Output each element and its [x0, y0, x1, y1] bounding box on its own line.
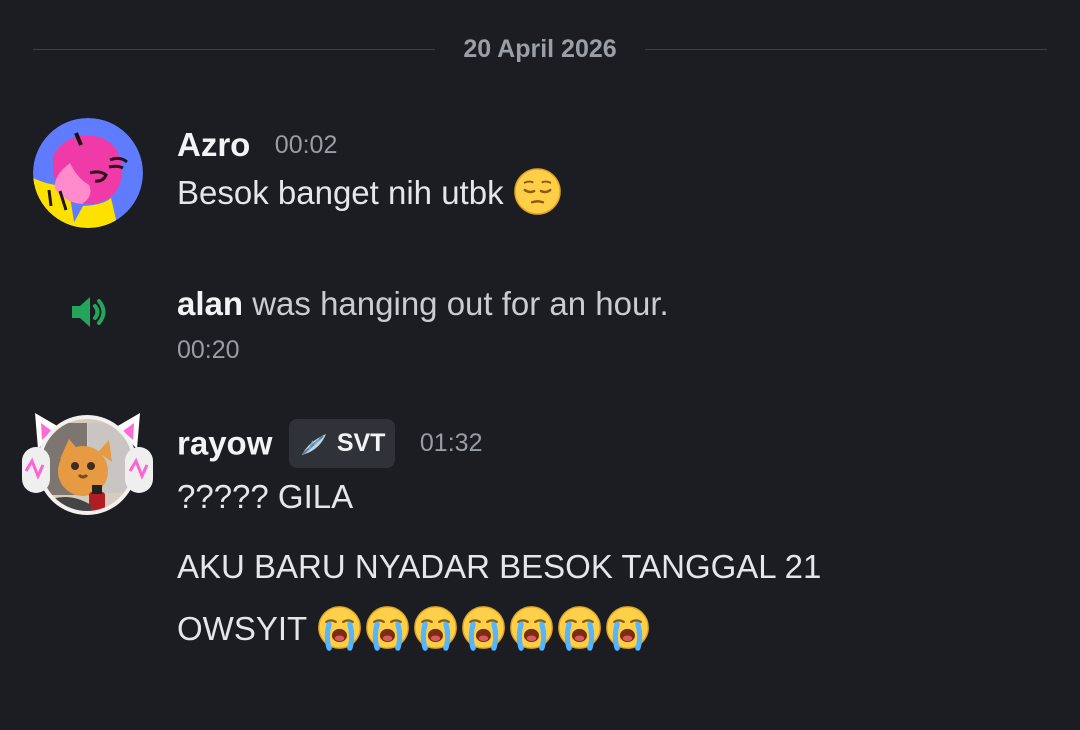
date-divider: 20 April 2026: [33, 32, 1047, 68]
system-message: alan was hanging out for an hour.: [177, 285, 669, 323]
message-text: OWSYIT: [177, 610, 307, 647]
avatar-azro: [33, 118, 143, 228]
message-header-rayow: rayow SVT 01:32: [177, 419, 482, 468]
message-author[interactable]: Azro: [177, 126, 250, 163]
message-timestamp: 00:02: [274, 130, 338, 159]
message-text: Besok banget nih utbk: [177, 174, 504, 211]
loudly-crying-face-emoji: [557, 605, 601, 651]
loudly-crying-face-emoji: [365, 605, 409, 651]
avatar[interactable]: [33, 118, 143, 228]
avatar-decoration[interactable]: [20, 405, 155, 530]
pensive-face-emoji: [513, 168, 561, 215]
message-text-with-emoji: OWSYIT: [177, 605, 652, 651]
speaker-icon: [72, 297, 106, 327]
system-user[interactable]: alan: [177, 285, 243, 322]
message-azro: Azro 00:02 Besok banget nih utbk: [0, 118, 1080, 248]
divider-line-right: [645, 49, 1047, 50]
loudly-crying-face-emoji: [509, 605, 553, 651]
system-message-text: was hanging out for an hour.: [252, 285, 669, 322]
message-author[interactable]: rayow: [177, 425, 272, 462]
loudly-crying-face-emoji: [317, 605, 361, 651]
message-text: AKU BARU NYADAR BESOK TANGGAL 21: [177, 548, 822, 585]
emoji-row: [316, 605, 652, 651]
loudly-crying-face-emoji: [461, 605, 505, 651]
message-text: ????? GILA: [177, 478, 354, 515]
avatar-rayow: [22, 413, 153, 515]
server-tag-label: SVT: [336, 429, 386, 457]
server-tag[interactable]: SVT: [288, 419, 396, 468]
loudly-crying-face-emoji: [413, 605, 457, 651]
message-timestamp: 01:32: [419, 429, 483, 457]
feather-icon: [301, 433, 326, 455]
loudly-crying-face-emoji: [605, 605, 649, 651]
system-message-timestamp: 00:20: [177, 336, 240, 364]
